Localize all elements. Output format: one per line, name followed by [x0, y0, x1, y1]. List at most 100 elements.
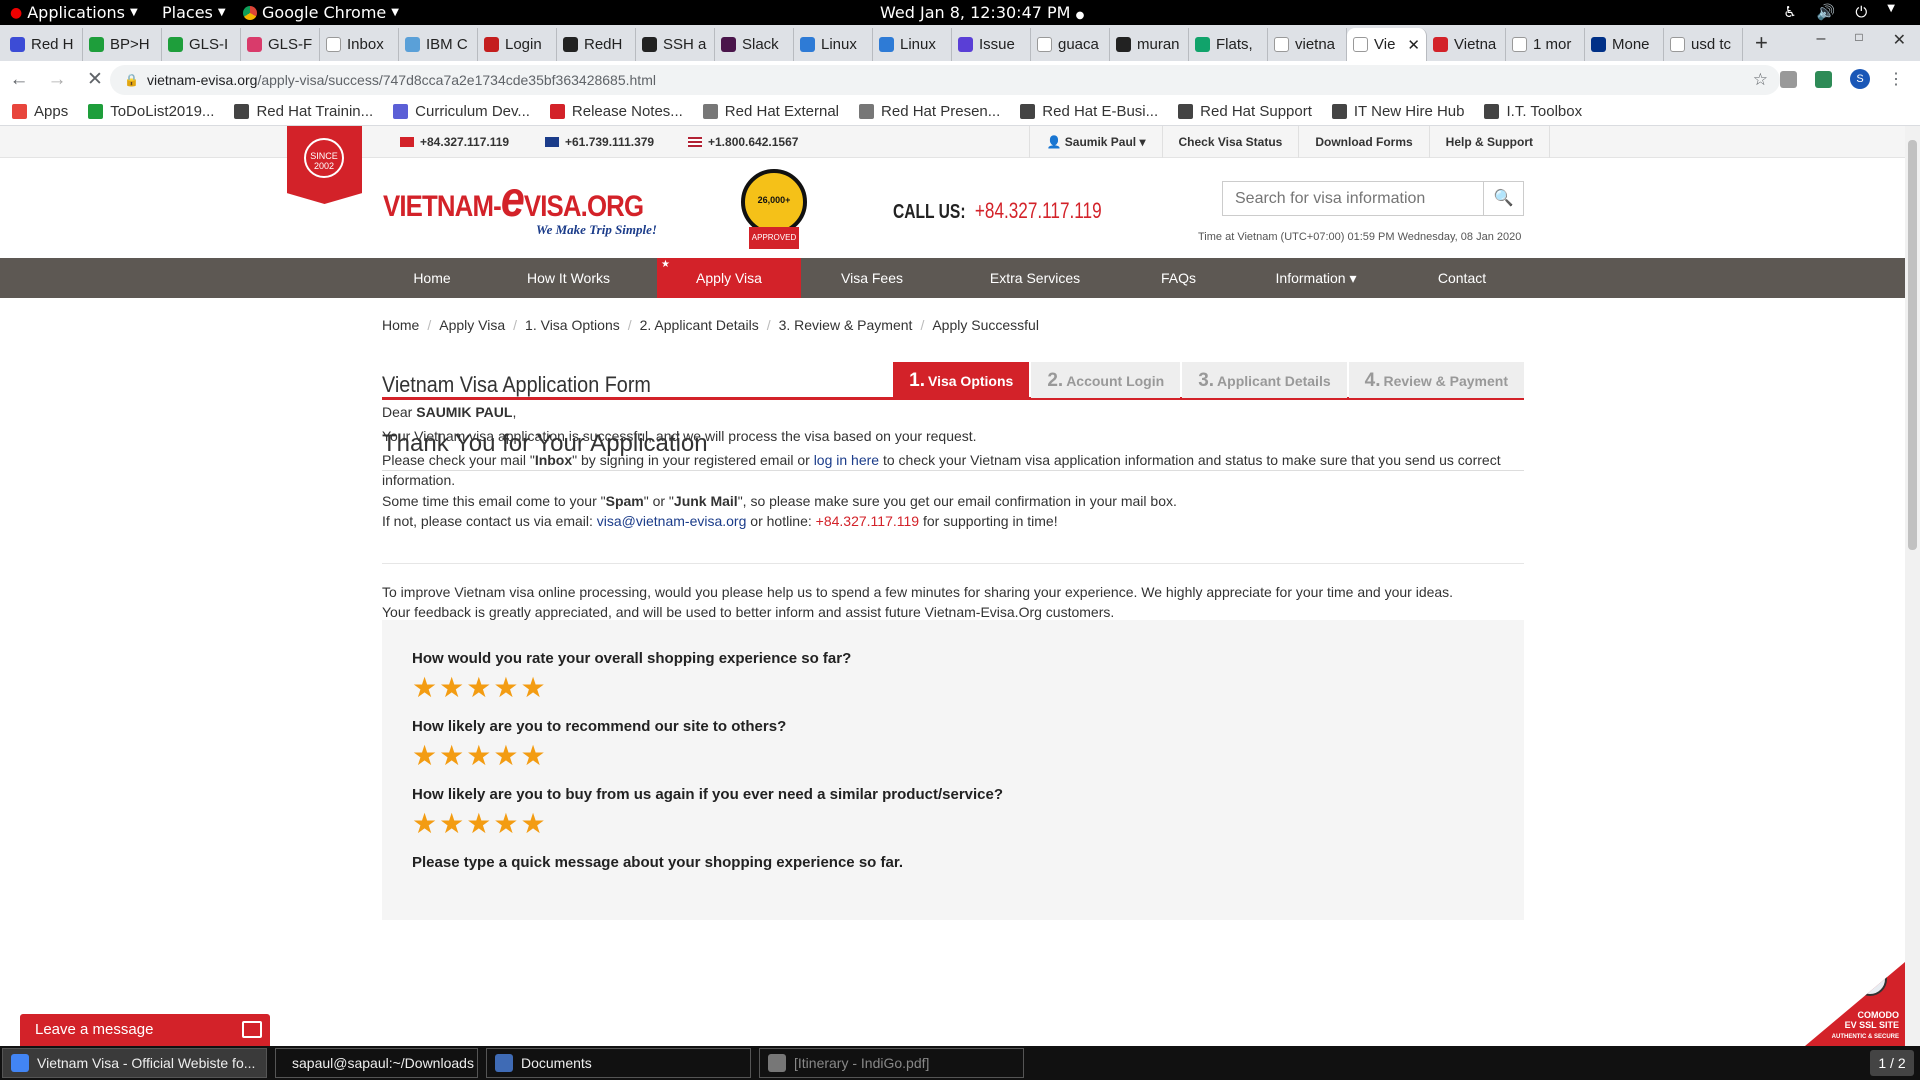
forward-icon[interactable]: →: [38, 69, 76, 91]
bookmark-item[interactable]: Apps: [12, 103, 68, 120]
star-icon[interactable]: ★: [412, 674, 437, 702]
minimize-icon[interactable]: –: [1816, 30, 1825, 50]
phone-vn[interactable]: +84.327.117.119: [400, 135, 509, 149]
bookmark-item[interactable]: Red Hat Presen...: [859, 103, 1000, 120]
taskbar-item[interactable]: Documents: [486, 1048, 751, 1078]
taskbar-item[interactable]: Vietnam Visa - Official Webiste fo...: [2, 1048, 267, 1078]
close-icon[interactable]: ✕: [1893, 30, 1906, 50]
browser-tab[interactable]: Linux: [794, 28, 873, 61]
places-menu[interactable]: Places ▼: [162, 3, 226, 22]
user-menu[interactable]: 👤 Saumik Paul ▾: [1029, 126, 1161, 158]
nav-visa-fees[interactable]: Visa Fees: [811, 258, 933, 298]
breadcrumb-item[interactable]: Home: [382, 317, 419, 333]
star-rating[interactable]: ★ ★ ★ ★ ★: [412, 810, 1494, 838]
star-icon[interactable]: ★: [520, 810, 545, 838]
browser-tab[interactable]: Slack: [715, 28, 794, 61]
clock[interactable]: Wed Jan 8, 12:30:47 PM ●: [880, 3, 1084, 22]
browser-tab[interactable]: guaca: [1031, 28, 1110, 61]
leave-message-button[interactable]: Leave a message: [20, 1014, 270, 1046]
browser-tab[interactable]: Login: [478, 28, 557, 61]
nav-faqs[interactable]: FAQs: [1131, 258, 1226, 298]
bookmark-star-icon[interactable]: ☆: [1753, 70, 1768, 90]
site-logo[interactable]: VIETNAM-eVISA.ORG We Make Trip Simple!: [383, 170, 663, 240]
star-icon[interactable]: ★: [493, 810, 518, 838]
nav-home[interactable]: Home: [382, 258, 482, 298]
extension-icon[interactable]: [1815, 70, 1832, 88]
hotline-link[interactable]: +84.327.117.119: [816, 513, 919, 529]
browser-tab[interactable]: GLS-F: [241, 28, 320, 61]
bookmark-item[interactable]: Curriculum Dev...: [393, 103, 530, 120]
check-visa-status-link[interactable]: Check Visa Status: [1161, 126, 1299, 158]
step-1[interactable]: 1. Visa Options: [893, 362, 1030, 398]
bookmark-item[interactable]: Red Hat Support: [1178, 103, 1312, 120]
browser-tab[interactable]: Vie ✕: [1347, 28, 1427, 61]
log-in-link[interactable]: log in here: [814, 452, 879, 468]
bookmark-item[interactable]: Release Notes...: [549, 103, 683, 120]
breadcrumb-item[interactable]: 1. Visa Options: [525, 317, 620, 333]
browser-tab[interactable]: Linux: [873, 28, 952, 61]
star-icon[interactable]: ★: [520, 742, 545, 770]
breadcrumb-item[interactable]: 2. Applicant Details: [640, 317, 759, 333]
browser-tab[interactable]: muran: [1110, 28, 1189, 61]
star-icon[interactable]: ★: [466, 810, 491, 838]
browser-tab[interactable]: SSH a: [636, 28, 715, 61]
browser-tab[interactable]: Mone: [1585, 28, 1664, 61]
extension-icon[interactable]: [1780, 70, 1797, 88]
tab-close-icon[interactable]: ✕: [1407, 36, 1420, 54]
step-4[interactable]: 4. Review & Payment: [1348, 362, 1524, 398]
bookmark-item[interactable]: Red Hat Trainin...: [234, 103, 373, 120]
workspace-pager[interactable]: 1 / 2: [1870, 1050, 1914, 1076]
nav-information[interactable]: Information ▾: [1232, 258, 1400, 298]
star-icon[interactable]: ★: [412, 810, 437, 838]
nav-how-it-works[interactable]: How It Works: [502, 258, 635, 298]
bookmark-item[interactable]: IT New Hire Hub: [1331, 103, 1464, 120]
browser-tab[interactable]: Vietna: [1427, 28, 1506, 61]
search-input[interactable]: [1223, 182, 1483, 215]
scrollbar-thumb[interactable]: [1908, 140, 1917, 550]
step-3[interactable]: 3. Applicant Details: [1182, 362, 1347, 398]
breadcrumb-item[interactable]: 3. Review & Payment: [779, 317, 913, 333]
bookmark-item[interactable]: Red Hat External: [702, 103, 839, 120]
bookmark-item[interactable]: I.T. Toolbox: [1484, 103, 1582, 120]
system-tray[interactable]: ♿ 🔊 ⏻ ▼: [1783, 3, 1895, 21]
back-icon[interactable]: ←: [0, 69, 38, 91]
app-menu[interactable]: Google Chrome ▼: [243, 3, 399, 22]
browser-tab[interactable]: GLS-I: [162, 28, 241, 61]
star-icon[interactable]: ★: [466, 742, 491, 770]
maximize-icon[interactable]: □: [1855, 30, 1862, 50]
accessibility-icon[interactable]: ♿: [1783, 3, 1796, 21]
nav-apply-visa[interactable]: Apply Visa: [657, 245, 801, 298]
star-icon[interactable]: ★: [412, 742, 437, 770]
phone-us[interactable]: +1.800.642.1567: [688, 135, 798, 149]
menu-kebab-icon[interactable]: ⋮: [1888, 69, 1904, 89]
bookmark-item[interactable]: Red Hat E-Busi...: [1020, 103, 1158, 120]
taskbar-item[interactable]: [Itinerary - IndiGo.pdf]: [759, 1048, 1024, 1078]
nav-extra-services[interactable]: Extra Services: [955, 258, 1115, 298]
step-2[interactable]: 2. Account Login: [1031, 362, 1181, 398]
bookmark-item[interactable]: ToDoList2019...: [88, 103, 214, 120]
star-icon[interactable]: ★: [520, 674, 545, 702]
star-icon[interactable]: ★: [439, 742, 464, 770]
breadcrumb-item[interactable]: Apply Visa: [439, 317, 505, 333]
stop-loading-icon[interactable]: ✕: [76, 68, 114, 91]
nav-contact[interactable]: Contact: [1412, 258, 1512, 298]
taskbar-item[interactable]: sapaul@sapaul:~/Downloads: [275, 1048, 478, 1078]
download-forms-link[interactable]: Download Forms: [1298, 126, 1428, 158]
page-scrollbar[interactable]: [1905, 126, 1920, 1046]
browser-tab[interactable]: vietna: [1268, 28, 1347, 61]
browser-tab[interactable]: Flats,: [1189, 28, 1268, 61]
star-icon[interactable]: ★: [439, 810, 464, 838]
caret-down-icon[interactable]: ▼: [1887, 3, 1895, 21]
volume-icon[interactable]: 🔊: [1817, 3, 1836, 21]
browser-tab[interactable]: IBM C: [399, 28, 478, 61]
browser-tab[interactable]: BP>H: [83, 28, 162, 61]
star-rating[interactable]: ★ ★ ★ ★ ★: [412, 674, 1494, 702]
star-rating[interactable]: ★ ★ ★ ★ ★: [412, 742, 1494, 770]
search-icon[interactable]: 🔍: [1483, 182, 1523, 215]
profile-avatar[interactable]: S: [1850, 69, 1870, 89]
star-icon[interactable]: ★: [439, 674, 464, 702]
star-icon[interactable]: ★: [466, 674, 491, 702]
browser-tab[interactable]: usd tc: [1664, 28, 1743, 61]
address-bar[interactable]: 🔒 vietnam-evisa.org/apply-visa/success/7…: [110, 65, 1780, 95]
browser-tab[interactable]: RedH: [557, 28, 636, 61]
